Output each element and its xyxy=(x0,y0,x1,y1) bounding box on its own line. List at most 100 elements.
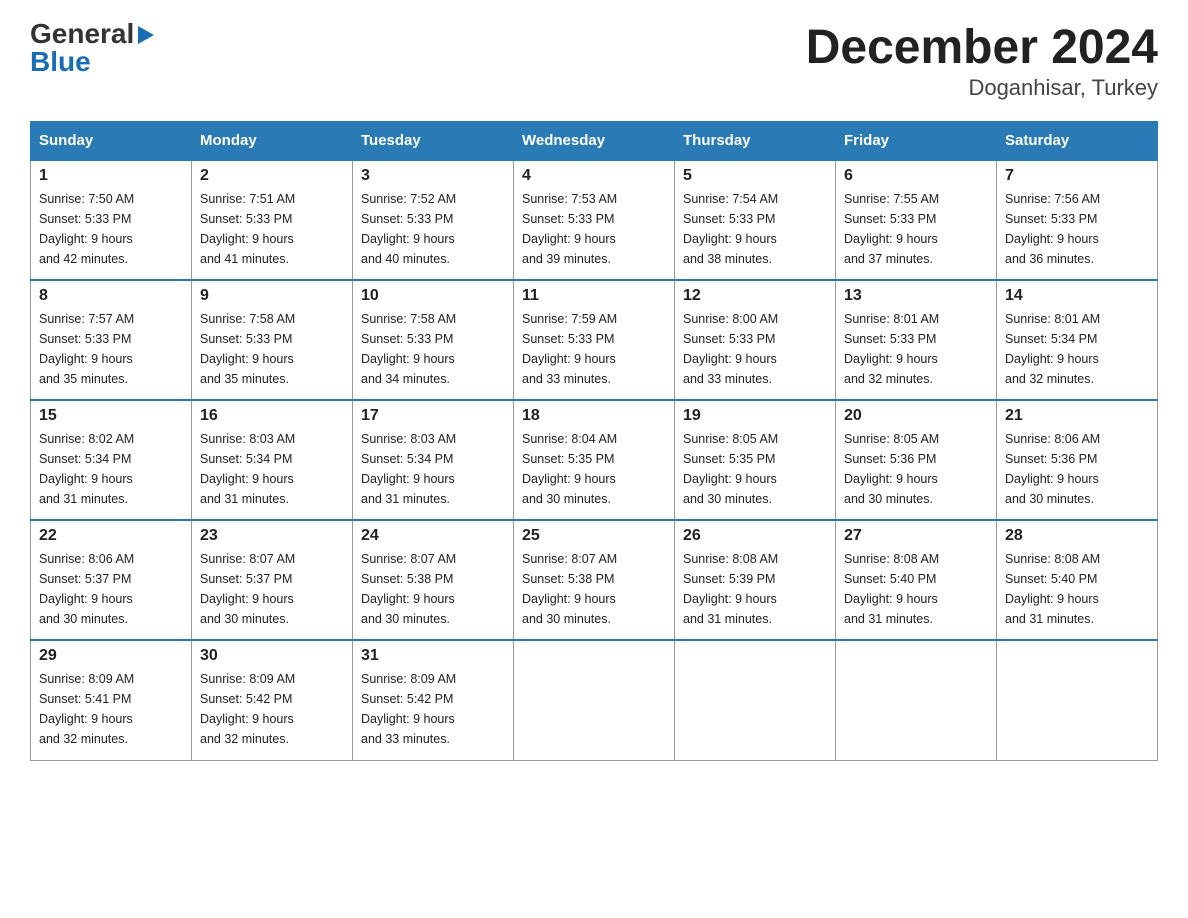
day-info: Sunrise: 7:53 AM Sunset: 5:33 PM Dayligh… xyxy=(522,189,666,269)
calendar-cell: 23 Sunrise: 8:07 AM Sunset: 5:37 PM Dayl… xyxy=(192,520,353,640)
day-info: Sunrise: 8:00 AM Sunset: 5:33 PM Dayligh… xyxy=(683,309,827,389)
day-info: Sunrise: 8:08 AM Sunset: 5:40 PM Dayligh… xyxy=(1005,549,1149,629)
day-info: Sunrise: 7:57 AM Sunset: 5:33 PM Dayligh… xyxy=(39,309,183,389)
calendar-cell: 18 Sunrise: 8:04 AM Sunset: 5:35 PM Dayl… xyxy=(514,400,675,520)
calendar-cell: 26 Sunrise: 8:08 AM Sunset: 5:39 PM Dayl… xyxy=(675,520,836,640)
col-sunday: Sunday xyxy=(31,122,192,161)
calendar-cell: 8 Sunrise: 7:57 AM Sunset: 5:33 PM Dayli… xyxy=(31,280,192,400)
calendar-table: Sunday Monday Tuesday Wednesday Thursday… xyxy=(30,121,1158,761)
day-info: Sunrise: 7:52 AM Sunset: 5:33 PM Dayligh… xyxy=(361,189,505,269)
calendar-cell: 3 Sunrise: 7:52 AM Sunset: 5:33 PM Dayli… xyxy=(353,160,514,280)
day-number: 28 xyxy=(1005,527,1149,545)
calendar-title: December 2024 xyxy=(806,20,1158,75)
day-info: Sunrise: 8:03 AM Sunset: 5:34 PM Dayligh… xyxy=(361,429,505,509)
day-info: Sunrise: 8:05 AM Sunset: 5:35 PM Dayligh… xyxy=(683,429,827,509)
day-info: Sunrise: 8:07 AM Sunset: 5:37 PM Dayligh… xyxy=(200,549,344,629)
day-number: 22 xyxy=(39,527,183,545)
day-number: 16 xyxy=(200,407,344,425)
day-number: 27 xyxy=(844,527,988,545)
col-friday: Friday xyxy=(836,122,997,161)
day-number: 5 xyxy=(683,167,827,185)
day-number: 8 xyxy=(39,287,183,305)
calendar-cell: 5 Sunrise: 7:54 AM Sunset: 5:33 PM Dayli… xyxy=(675,160,836,280)
day-info: Sunrise: 8:06 AM Sunset: 5:36 PM Dayligh… xyxy=(1005,429,1149,509)
day-info: Sunrise: 8:09 AM Sunset: 5:42 PM Dayligh… xyxy=(200,669,344,749)
calendar-cell: 19 Sunrise: 8:05 AM Sunset: 5:35 PM Dayl… xyxy=(675,400,836,520)
calendar-cell: 1 Sunrise: 7:50 AM Sunset: 5:33 PM Dayli… xyxy=(31,160,192,280)
logo-arrow-icon xyxy=(136,24,158,46)
calendar-week-row: 29 Sunrise: 8:09 AM Sunset: 5:41 PM Dayl… xyxy=(31,640,1158,760)
day-number: 26 xyxy=(683,527,827,545)
day-info: Sunrise: 8:06 AM Sunset: 5:37 PM Dayligh… xyxy=(39,549,183,629)
day-info: Sunrise: 8:09 AM Sunset: 5:41 PM Dayligh… xyxy=(39,669,183,749)
day-info: Sunrise: 7:59 AM Sunset: 5:33 PM Dayligh… xyxy=(522,309,666,389)
day-number: 15 xyxy=(39,407,183,425)
day-number: 1 xyxy=(39,167,183,185)
day-number: 21 xyxy=(1005,407,1149,425)
calendar-cell: 14 Sunrise: 8:01 AM Sunset: 5:34 PM Dayl… xyxy=(997,280,1158,400)
col-tuesday: Tuesday xyxy=(353,122,514,161)
header-row: Sunday Monday Tuesday Wednesday Thursday… xyxy=(31,122,1158,161)
col-saturday: Saturday xyxy=(997,122,1158,161)
calendar-cell: 20 Sunrise: 8:05 AM Sunset: 5:36 PM Dayl… xyxy=(836,400,997,520)
day-info: Sunrise: 8:08 AM Sunset: 5:40 PM Dayligh… xyxy=(844,549,988,629)
calendar-cell: 6 Sunrise: 7:55 AM Sunset: 5:33 PM Dayli… xyxy=(836,160,997,280)
logo: General Blue xyxy=(30,20,158,76)
calendar-week-row: 22 Sunrise: 8:06 AM Sunset: 5:37 PM Dayl… xyxy=(31,520,1158,640)
day-number: 29 xyxy=(39,647,183,665)
logo-blue-text: Blue xyxy=(30,48,91,76)
calendar-cell: 2 Sunrise: 7:51 AM Sunset: 5:33 PM Dayli… xyxy=(192,160,353,280)
calendar-cell: 28 Sunrise: 8:08 AM Sunset: 5:40 PM Dayl… xyxy=(997,520,1158,640)
day-number: 30 xyxy=(200,647,344,665)
day-info: Sunrise: 7:56 AM Sunset: 5:33 PM Dayligh… xyxy=(1005,189,1149,269)
day-number: 3 xyxy=(361,167,505,185)
calendar-cell: 13 Sunrise: 8:01 AM Sunset: 5:33 PM Dayl… xyxy=(836,280,997,400)
day-number: 19 xyxy=(683,407,827,425)
calendar-cell: 31 Sunrise: 8:09 AM Sunset: 5:42 PM Dayl… xyxy=(353,640,514,760)
calendar-cell: 4 Sunrise: 7:53 AM Sunset: 5:33 PM Dayli… xyxy=(514,160,675,280)
day-number: 18 xyxy=(522,407,666,425)
day-number: 24 xyxy=(361,527,505,545)
day-info: Sunrise: 8:07 AM Sunset: 5:38 PM Dayligh… xyxy=(522,549,666,629)
day-number: 6 xyxy=(844,167,988,185)
day-number: 4 xyxy=(522,167,666,185)
day-number: 20 xyxy=(844,407,988,425)
calendar-cell xyxy=(675,640,836,760)
day-info: Sunrise: 8:03 AM Sunset: 5:34 PM Dayligh… xyxy=(200,429,344,509)
col-monday: Monday xyxy=(192,122,353,161)
col-wednesday: Wednesday xyxy=(514,122,675,161)
calendar-cell: 25 Sunrise: 8:07 AM Sunset: 5:38 PM Dayl… xyxy=(514,520,675,640)
day-info: Sunrise: 7:51 AM Sunset: 5:33 PM Dayligh… xyxy=(200,189,344,269)
day-number: 7 xyxy=(1005,167,1149,185)
page-header: General Blue December 2024 Doganhisar, T… xyxy=(30,20,1158,101)
day-number: 17 xyxy=(361,407,505,425)
day-number: 14 xyxy=(1005,287,1149,305)
calendar-cell xyxy=(997,640,1158,760)
day-info: Sunrise: 8:01 AM Sunset: 5:33 PM Dayligh… xyxy=(844,309,988,389)
calendar-cell: 27 Sunrise: 8:08 AM Sunset: 5:40 PM Dayl… xyxy=(836,520,997,640)
day-info: Sunrise: 8:07 AM Sunset: 5:38 PM Dayligh… xyxy=(361,549,505,629)
calendar-cell: 10 Sunrise: 7:58 AM Sunset: 5:33 PM Dayl… xyxy=(353,280,514,400)
day-info: Sunrise: 8:05 AM Sunset: 5:36 PM Dayligh… xyxy=(844,429,988,509)
day-info: Sunrise: 7:58 AM Sunset: 5:33 PM Dayligh… xyxy=(200,309,344,389)
calendar-cell: 24 Sunrise: 8:07 AM Sunset: 5:38 PM Dayl… xyxy=(353,520,514,640)
day-number: 2 xyxy=(200,167,344,185)
day-info: Sunrise: 7:54 AM Sunset: 5:33 PM Dayligh… xyxy=(683,189,827,269)
day-number: 31 xyxy=(361,647,505,665)
day-info: Sunrise: 7:55 AM Sunset: 5:33 PM Dayligh… xyxy=(844,189,988,269)
day-number: 12 xyxy=(683,287,827,305)
day-number: 11 xyxy=(522,287,666,305)
day-number: 13 xyxy=(844,287,988,305)
calendar-cell: 15 Sunrise: 8:02 AM Sunset: 5:34 PM Dayl… xyxy=(31,400,192,520)
calendar-cell: 11 Sunrise: 7:59 AM Sunset: 5:33 PM Dayl… xyxy=(514,280,675,400)
calendar-cell: 7 Sunrise: 7:56 AM Sunset: 5:33 PM Dayli… xyxy=(997,160,1158,280)
calendar-cell xyxy=(514,640,675,760)
day-number: 10 xyxy=(361,287,505,305)
day-info: Sunrise: 7:50 AM Sunset: 5:33 PM Dayligh… xyxy=(39,189,183,269)
day-info: Sunrise: 8:04 AM Sunset: 5:35 PM Dayligh… xyxy=(522,429,666,509)
col-thursday: Thursday xyxy=(675,122,836,161)
calendar-week-row: 15 Sunrise: 8:02 AM Sunset: 5:34 PM Dayl… xyxy=(31,400,1158,520)
calendar-cell: 29 Sunrise: 8:09 AM Sunset: 5:41 PM Dayl… xyxy=(31,640,192,760)
day-number: 25 xyxy=(522,527,666,545)
calendar-cell xyxy=(836,640,997,760)
